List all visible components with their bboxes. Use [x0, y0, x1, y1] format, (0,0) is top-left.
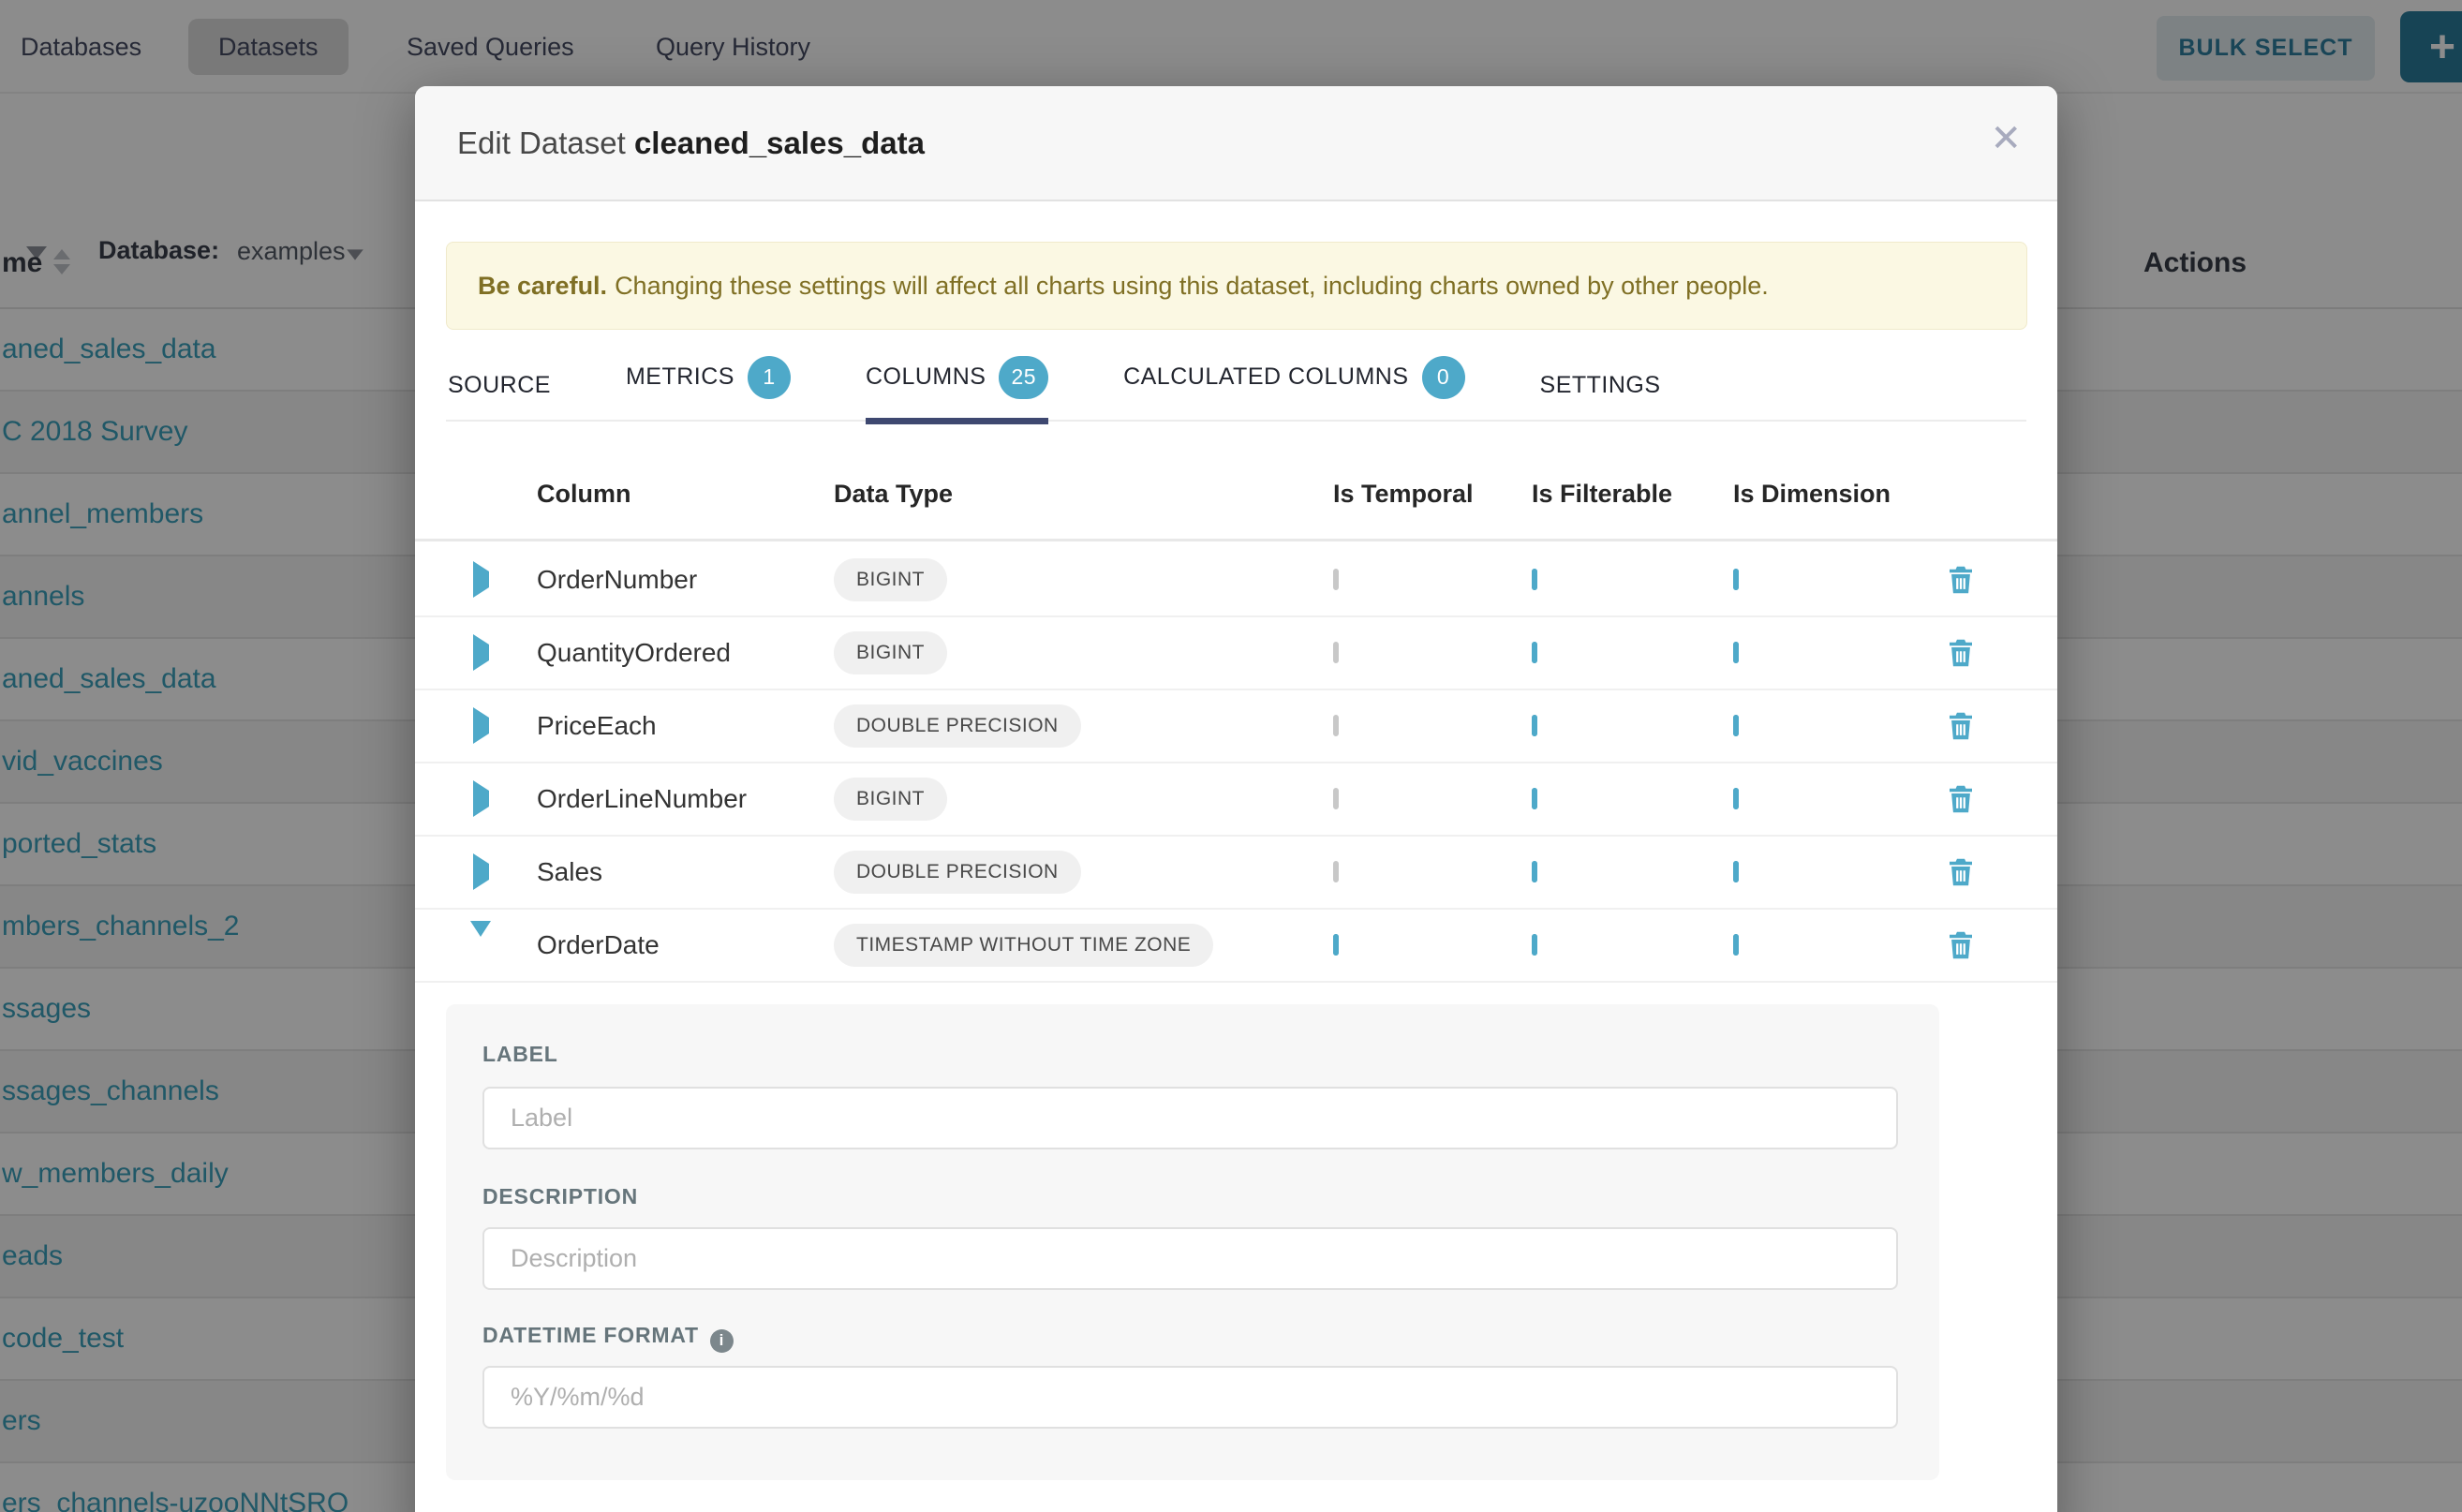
delete-column-trash-icon[interactable]: [1944, 855, 2026, 889]
column-editor-panel: LABEL DESCRIPTION DATETIME FORMAT i: [446, 1004, 1939, 1480]
caret-down-icon[interactable]: [470, 921, 491, 953]
label-input[interactable]: [482, 1087, 1898, 1149]
tab-calculated-columns[interactable]: CALCULATED COLUMNS 0: [1123, 356, 1464, 424]
is-filterable-checkbox[interactable]: [1532, 861, 1537, 882]
column-name: OrderNumber: [537, 565, 834, 595]
modal-tabs: SOURCE METRICS 1 COLUMNS 25 CALCULATED C…: [446, 353, 2026, 422]
is-filterable-checkbox[interactable]: [1532, 642, 1537, 663]
data-type-pill: DOUBLE PRECISION: [834, 851, 1081, 894]
is-filterable-checkbox[interactable]: [1532, 569, 1537, 590]
is-dimension-checkbox[interactable]: [1733, 715, 1739, 736]
datetime-format-text: DATETIME FORMAT: [482, 1323, 699, 1347]
tab-metrics[interactable]: METRICS 1: [626, 356, 791, 424]
data-type-pill: DOUBLE PRECISION: [834, 704, 1081, 748]
is-dimension-checkbox[interactable]: [1733, 788, 1739, 809]
delete-column-trash-icon[interactable]: [1944, 636, 2026, 670]
caret-right-icon[interactable]: [473, 707, 489, 744]
tab-columns[interactable]: COLUMNS 25: [866, 356, 1048, 424]
column-row: OrderNumber BIGINT: [415, 544, 2057, 617]
tab-count-badge: 25: [999, 356, 1048, 399]
is-filterable-checkbox[interactable]: [1532, 934, 1537, 956]
edit-dataset-modal: Edit Dataset cleaned_sales_data ✕ Be car…: [415, 86, 2057, 1512]
description-field-label: DESCRIPTION: [482, 1184, 638, 1209]
column-name: OrderDate: [537, 930, 834, 960]
columns-header-is-temporal: Is Temporal: [1333, 480, 1532, 509]
modal-title-dataset: cleaned_sales_data: [634, 126, 925, 160]
tab-label: CALCULATED COLUMNS: [1123, 363, 1408, 391]
description-input[interactable]: [482, 1227, 1898, 1290]
tab-count-badge: 0: [1422, 356, 1465, 399]
column-row: QuantityOrdered BIGINT: [415, 617, 2057, 690]
columns-header-data-type: Data Type: [834, 480, 1333, 509]
delete-column-trash-icon[interactable]: [1944, 563, 2026, 597]
screen: Databases Datasets Saved Queries Query H…: [0, 0, 2462, 1512]
is-temporal-checkbox[interactable]: [1333, 934, 1339, 956]
is-temporal-checkbox[interactable]: [1333, 715, 1339, 736]
column-row: PriceEach DOUBLE PRECISION: [415, 690, 2057, 763]
data-type-pill: TIMESTAMP WITHOUT TIME ZONE: [834, 924, 1213, 967]
tab-label: METRICS: [626, 363, 734, 391]
column-row: OrderLineNumber BIGINT: [415, 763, 2057, 837]
data-type-pill: BIGINT: [834, 778, 947, 821]
tab-source[interactable]: SOURCE: [448, 372, 551, 424]
warning-bold: Be careful.: [478, 272, 607, 300]
data-type-pill: BIGINT: [834, 631, 947, 674]
is-dimension-checkbox[interactable]: [1733, 642, 1739, 663]
is-filterable-checkbox[interactable]: [1532, 715, 1537, 736]
tab-label: SOURCE: [448, 372, 551, 399]
close-icon[interactable]: ✕: [1990, 120, 2022, 157]
column-row: OrderDate TIMESTAMP WITHOUT TIME ZONE: [415, 910, 2057, 983]
column-name: OrderLineNumber: [537, 784, 834, 814]
caret-right-icon[interactable]: [473, 853, 489, 890]
is-dimension-checkbox[interactable]: [1733, 934, 1739, 956]
modal-title: Edit Dataset cleaned_sales_data: [457, 126, 925, 161]
warning-text: Changing these settings will affect all …: [615, 272, 1769, 300]
column-name: PriceEach: [537, 711, 834, 741]
column-name: QuantityOrdered: [537, 638, 834, 668]
warning-banner: Be careful. Changing these settings will …: [446, 242, 2027, 330]
delete-column-trash-icon[interactable]: [1944, 782, 2026, 816]
modal-header: Edit Dataset cleaned_sales_data ✕: [415, 86, 2057, 201]
is-temporal-checkbox[interactable]: [1333, 788, 1339, 809]
delete-column-trash-icon[interactable]: [1944, 709, 2026, 743]
modal-title-prefix: Edit Dataset: [457, 126, 634, 160]
caret-right-icon[interactable]: [473, 634, 489, 671]
delete-column-trash-icon[interactable]: [1944, 928, 2026, 962]
tab-label: SETTINGS: [1540, 372, 1661, 399]
is-dimension-checkbox[interactable]: [1733, 861, 1739, 882]
column-name: Sales: [537, 857, 834, 887]
tab-count-badge: 1: [748, 356, 791, 399]
info-icon[interactable]: i: [710, 1329, 734, 1353]
is-temporal-checkbox[interactable]: [1333, 569, 1339, 590]
is-temporal-checkbox[interactable]: [1333, 861, 1339, 882]
tab-settings[interactable]: SETTINGS: [1540, 372, 1661, 424]
columns-header-is-filterable: Is Filterable: [1532, 480, 1733, 509]
column-row: Sales DOUBLE PRECISION: [415, 837, 2057, 910]
data-type-pill: BIGINT: [834, 558, 947, 601]
is-filterable-checkbox[interactable]: [1532, 788, 1537, 809]
caret-right-icon[interactable]: [473, 561, 489, 598]
datetime-format-input[interactable]: [482, 1366, 1898, 1429]
is-dimension-checkbox[interactable]: [1733, 569, 1739, 590]
caret-right-icon[interactable]: [473, 780, 489, 817]
columns-table-rows: OrderNumber BIGINT QuantityOrdered BIGIN…: [415, 544, 2057, 983]
columns-header-column: Column: [537, 480, 834, 509]
columns-header-is-dimension: Is Dimension: [1733, 480, 1931, 509]
is-temporal-checkbox[interactable]: [1333, 642, 1339, 663]
columns-table-header: ColumnData TypeIs TemporalIs FilterableI…: [415, 450, 2057, 541]
tab-label: COLUMNS: [866, 363, 986, 391]
label-field-label: LABEL: [482, 1042, 558, 1067]
datetime-format-field-label: DATETIME FORMAT i: [482, 1323, 734, 1353]
